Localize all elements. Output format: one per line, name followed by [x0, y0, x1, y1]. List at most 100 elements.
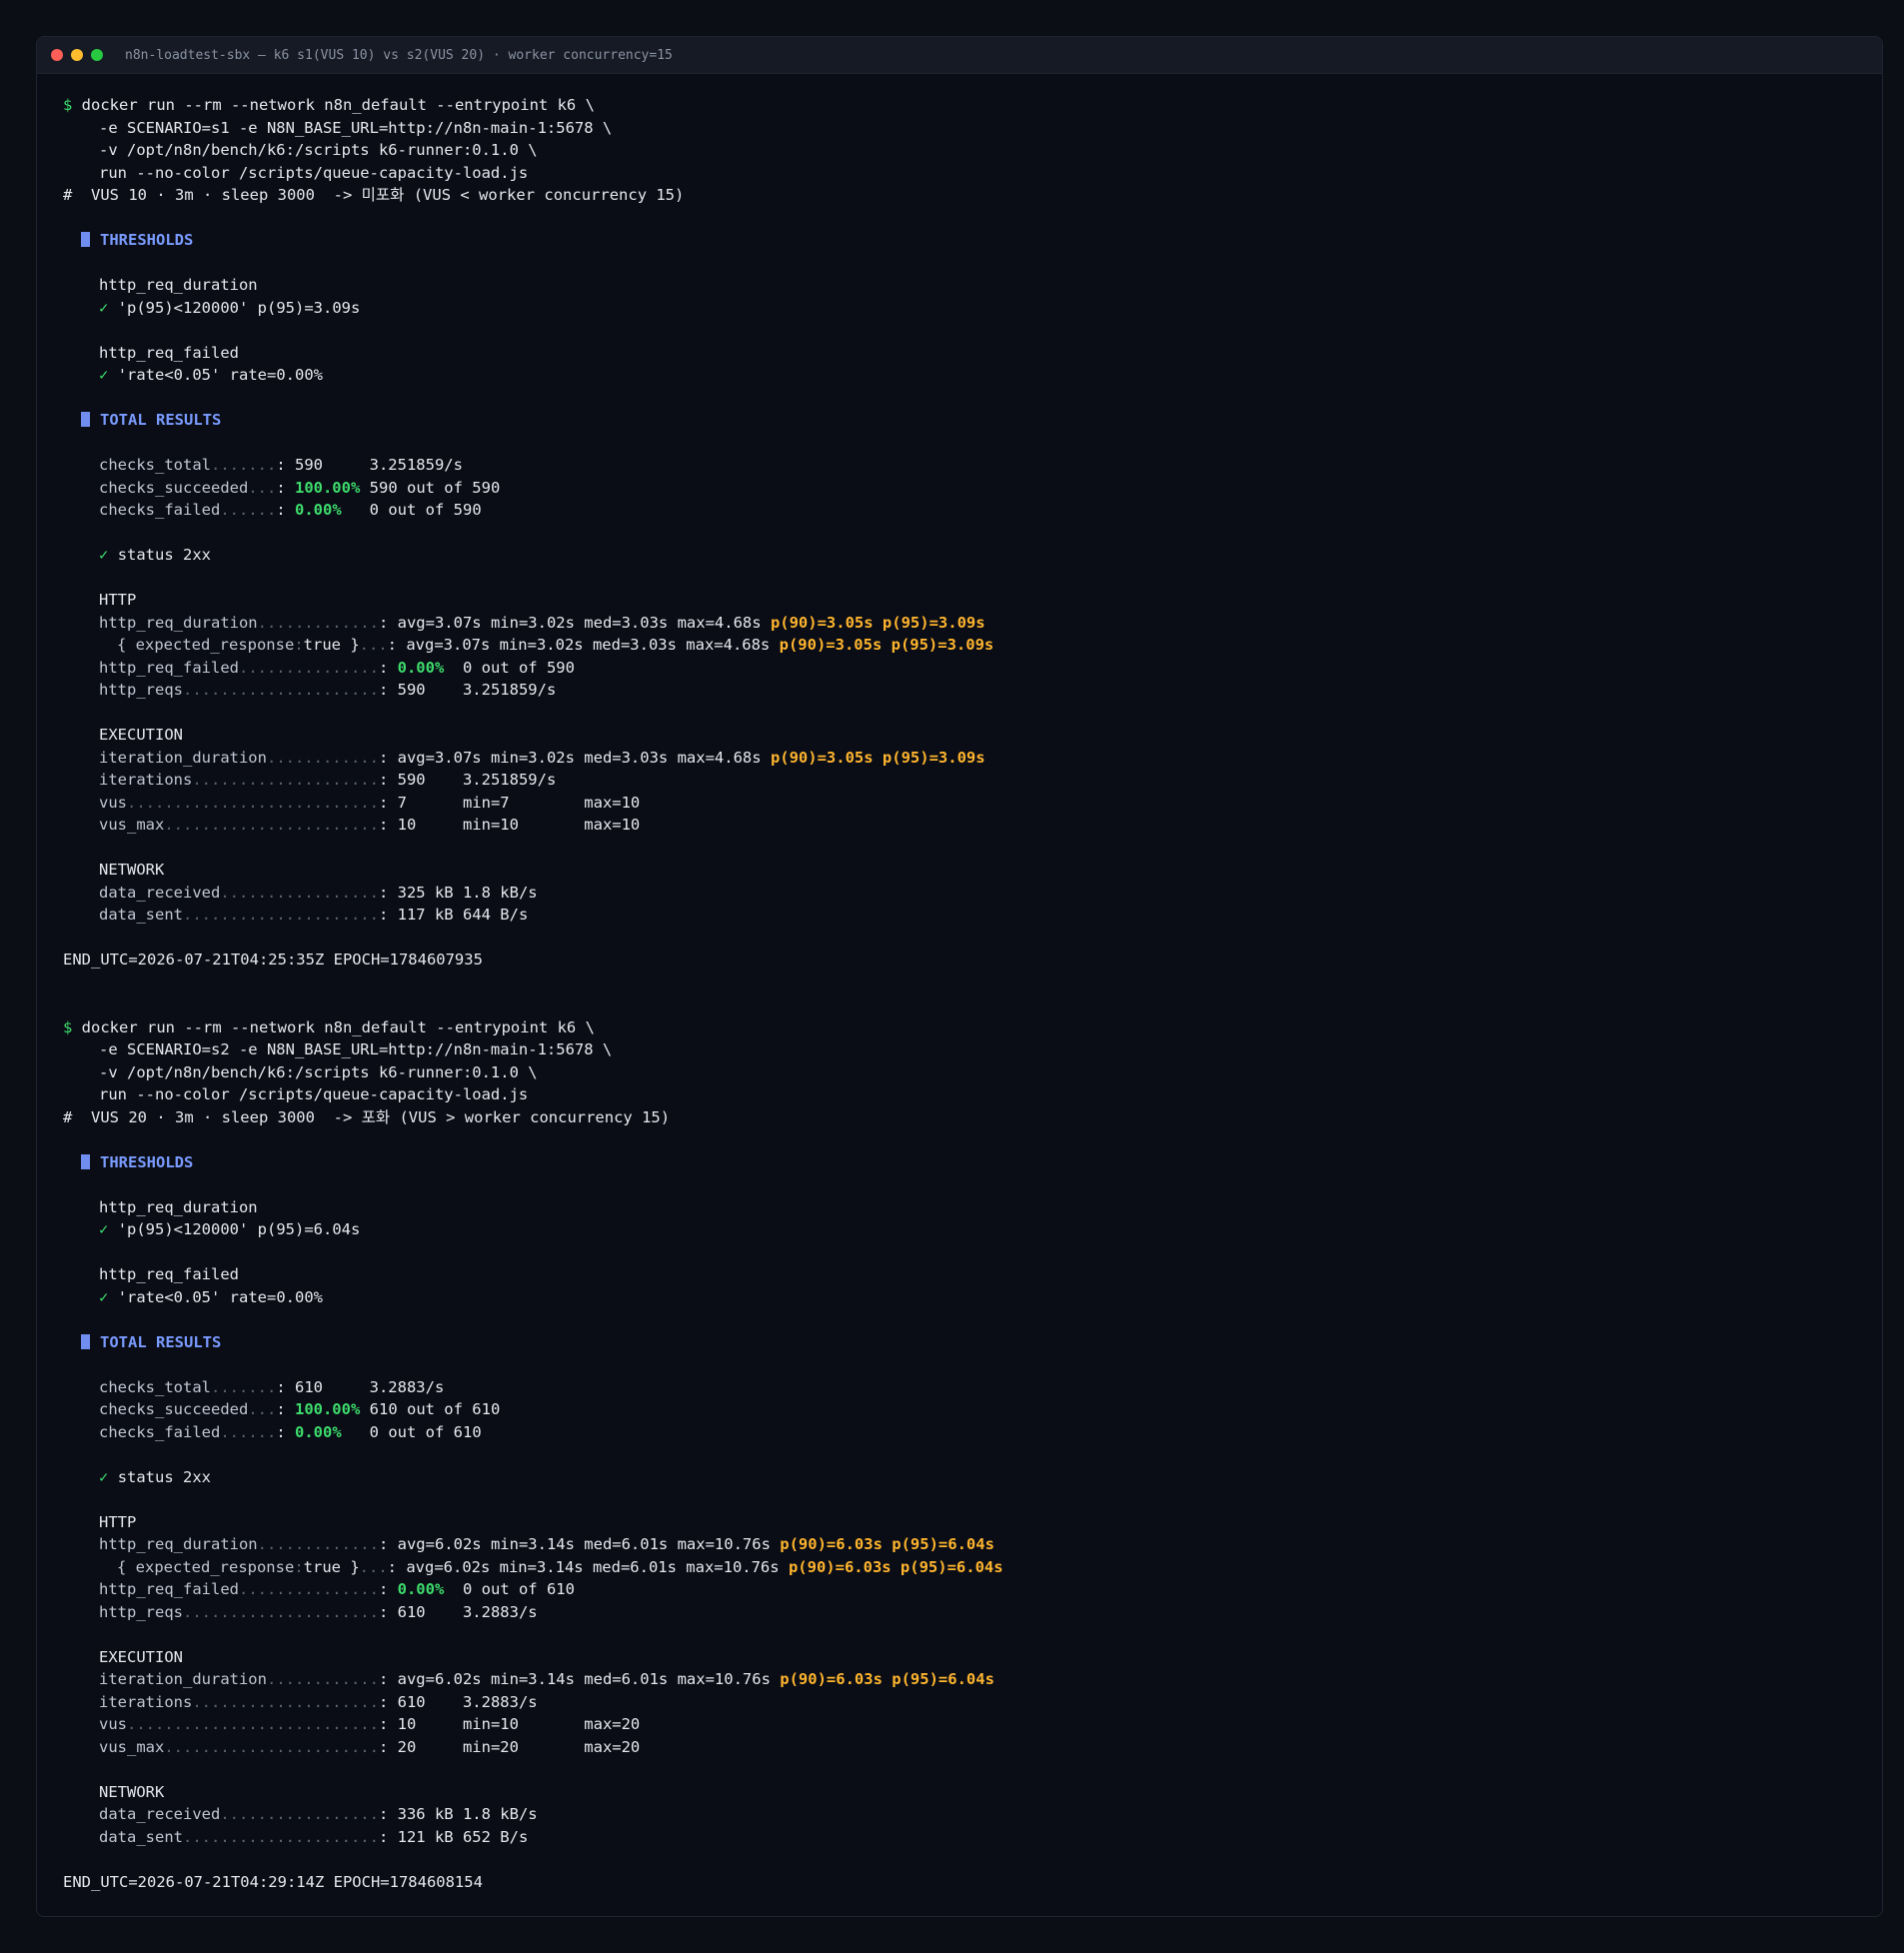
status-text: status 2xx	[117, 546, 212, 564]
metric-value: avg=6.02s min=3.14s med=6.01s max=10.76s	[406, 1557, 780, 1576]
metric-row: iterations....................: 590 3.25…	[99, 771, 557, 789]
group-title: HTTP	[99, 591, 137, 609]
group-title: NETWORK	[99, 1782, 165, 1801]
metric-key: vus	[99, 793, 127, 812]
command-line: -e SCENARIO=s1 -e N8N_BASE_URL=http://n8…	[63, 117, 1882, 140]
metric-row: http_req_failed...............: 0.00% 0 …	[99, 658, 575, 677]
command-text: run --no-color /scripts/queue-capacity-l…	[99, 1085, 529, 1103]
metric-key: checks_succeeded	[99, 1400, 249, 1418]
leader-dots: ...............	[238, 1580, 379, 1598]
metric-value: 336 kB 1.8 kB/s	[397, 1805, 538, 1823]
metric-value: 325 kB 1.8 kB/s	[397, 883, 538, 902]
leader-dots: ...	[359, 1557, 388, 1576]
leader-dots: ......	[220, 501, 277, 519]
leader-dots: .....................	[183, 1602, 379, 1621]
metric-percent: 100.00%	[294, 1400, 361, 1418]
percentile-value: p(90)=6.03s p(95)=6.04s	[780, 1535, 994, 1553]
maximize-window-button[interactable]	[91, 49, 103, 61]
command-text: -v /opt/n8n/bench/k6:/scripts k6-runner:…	[99, 141, 538, 159]
threshold-value: 'rate<0.05' rate=0.00%	[117, 366, 323, 384]
check-icon: ✓	[99, 298, 109, 317]
minimize-window-button[interactable]	[71, 49, 83, 61]
section-title: THRESHOLDS	[100, 231, 194, 249]
terminal-window: n8n-loadtest-sbx — k6 s1(VUS 10) vs s2(V…	[36, 36, 1883, 1917]
command-line: -v /opt/n8n/bench/k6:/scripts k6-runner:…	[63, 1061, 1882, 1084]
group-title-http: HTTP	[63, 1511, 1882, 1534]
comment-text: # VUS 20 · 3m · sleep 3000 -> 포화 (VUS > …	[63, 1107, 671, 1126]
metric-percent: 0.00%	[295, 501, 342, 519]
section-header-thresholds: THRESHOLDS	[63, 1151, 1882, 1174]
command-text: run --no-color /scripts/queue-capacity-l…	[99, 163, 529, 182]
leader-dots: .................	[220, 883, 379, 902]
comment-line: # VUS 10 · 3m · sleep 3000 -> 미포화 (VUS <…	[63, 184, 1882, 207]
metric-value: 0 out of 590	[453, 658, 575, 677]
metric-value: avg=3.07s min=3.02s med=3.03s max=4.68s	[397, 613, 762, 632]
metric-row: checks_failed......: 0.00% 0 out of 590	[99, 501, 482, 519]
command-text: docker run --rm --network n8n_default --…	[81, 96, 595, 114]
group-title-execution: EXECUTION	[63, 1646, 1882, 1669]
metric-row: { expected_response:true }...: avg=6.02s…	[117, 1557, 1003, 1576]
threshold-result: ✓ 'rate<0.05' rate=0.00%	[63, 1286, 1882, 1309]
leader-dots: .....................	[183, 906, 379, 924]
metric-key: vus_max	[99, 1737, 165, 1756]
metric-row: checks_succeeded...: 100.00% 590 out of …	[99, 478, 501, 497]
metric-value: 590 3.251859/s	[294, 456, 463, 474]
metric-key: true }	[303, 636, 360, 654]
metric-value: 610 out of 610	[369, 1400, 501, 1418]
metric-key: http_req_duration	[99, 1535, 258, 1553]
check-icon: ✓	[99, 366, 109, 384]
threshold-value: 'p(95)<120000' p(95)=3.09s	[117, 298, 361, 317]
prompt-symbol: $	[63, 1017, 82, 1036]
percentile-value: p(90)=3.05s p(95)=3.09s	[770, 613, 985, 632]
metric-row: iteration_duration............: avg=3.07…	[99, 748, 985, 767]
terminal-output[interactable]: $ docker run --rm --network n8n_default …	[37, 74, 1882, 1893]
section-title: THRESHOLDS	[100, 1152, 194, 1171]
section-marker-icon	[81, 1333, 90, 1349]
metric-key: :	[294, 636, 304, 654]
group-title-network: NETWORK	[63, 1781, 1882, 1804]
window-title: n8n-loadtest-sbx — k6 s1(VUS 10) vs s2(V…	[125, 47, 673, 63]
metric-value: 7 min=7 max=10	[397, 793, 641, 812]
leader-dots: .......................	[164, 816, 379, 834]
metric-value: 590 3.251859/s	[397, 681, 557, 699]
metric-row: http_reqs.....................: 590 3.25…	[99, 681, 557, 699]
leader-dots: ...	[359, 636, 388, 654]
metric-row: checks_total.......: 590 3.251859/s	[99, 456, 463, 474]
metric-key: checks_total	[99, 456, 211, 474]
metric-key: iteration_duration	[99, 1670, 267, 1688]
metric-value: 0 out of 610	[351, 1422, 482, 1441]
metric-value: 610 3.2883/s	[294, 1377, 445, 1396]
threshold-label: http_req_failed	[99, 1265, 239, 1283]
metric-key: http_req_duration	[99, 613, 258, 632]
command-text: -v /opt/n8n/bench/k6:/scripts k6-runner:…	[99, 1062, 538, 1081]
check-icon: ✓	[99, 1467, 109, 1486]
threshold-label: http_req_duration	[99, 276, 258, 294]
comment-line: # VUS 20 · 3m · sleep 3000 -> 포화 (VUS > …	[63, 1106, 1882, 1129]
metric-percent: 0.00%	[295, 1422, 342, 1441]
status-check: ✓ status 2xx	[63, 544, 1882, 567]
metric-key: http_reqs	[99, 681, 183, 699]
threshold-name: http_req_failed	[63, 342, 1882, 365]
leader-dots: .....................	[183, 1827, 379, 1846]
close-window-button[interactable]	[51, 49, 63, 61]
metric-value: 10 min=10 max=10	[397, 816, 641, 834]
metric-value: 10 min=10 max=20	[397, 1715, 641, 1733]
end-timestamp: END_UTC=2026-07-21T04:25:35Z EPOCH=17846…	[63, 949, 1882, 972]
metric-row: vus_max.......................: 10 min=1…	[99, 816, 641, 834]
metric-value: avg=3.07s min=3.02s med=3.03s max=4.68s	[406, 636, 771, 654]
leader-dots: .................	[220, 1805, 379, 1823]
metric-key: data_received	[99, 883, 221, 902]
metric-value: avg=6.02s min=3.14s med=6.01s max=10.76s	[397, 1535, 771, 1553]
command-line: run --no-color /scripts/queue-capacity-l…	[63, 1083, 1882, 1106]
metric-key: iterations	[99, 771, 193, 789]
metric-value: 117 kB 644 B/s	[397, 906, 529, 924]
section-header-thresholds: THRESHOLDS	[63, 229, 1882, 252]
metric-row: iteration_duration............: avg=6.02…	[99, 1670, 994, 1688]
end-timestamp: END_UTC=2026-07-21T04:29:14Z EPOCH=17846…	[63, 1871, 1882, 1894]
status-check: ✓ status 2xx	[63, 1466, 1882, 1489]
section-header-total-results: TOTAL RESULTS	[63, 409, 1882, 432]
leader-dots: ............	[266, 1670, 379, 1688]
metric-key: checks_succeeded	[99, 478, 249, 497]
leader-dots: ....................	[192, 1692, 379, 1711]
group-title: EXECUTION	[99, 1647, 183, 1666]
